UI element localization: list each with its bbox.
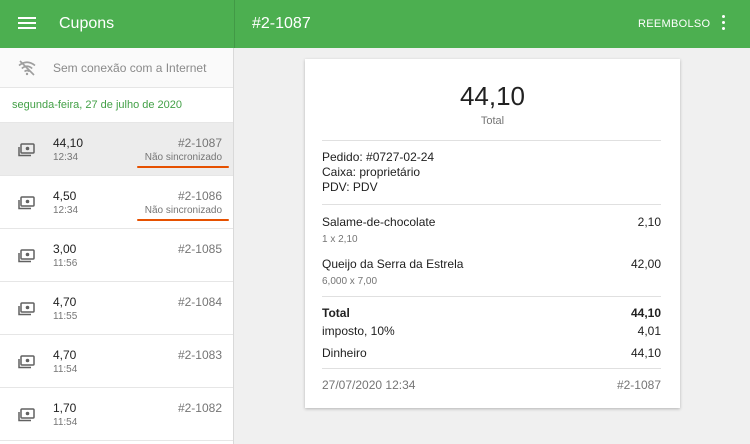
receipt-footer-number: #2-1087 xyxy=(616,378,661,392)
receipt-number: #2-1085 xyxy=(177,242,222,256)
order-number: Pedido: #0727-02-24 xyxy=(322,150,435,164)
receipt-time: 11:56 xyxy=(53,258,78,269)
receipt-total-label: Total xyxy=(480,115,505,127)
cash-icon xyxy=(18,355,35,369)
offline-text: Sem conexão com a Internet xyxy=(53,61,207,75)
cash-icon xyxy=(18,249,35,263)
pos: PDV: PDV xyxy=(322,180,378,194)
receipt-list-item[interactable]: 4,70 11:54 #2-1083 xyxy=(0,335,233,388)
receipts-sidebar: Sem conexão com a Internet segunda-feira… xyxy=(0,48,234,444)
divider xyxy=(322,140,661,141)
receipt-amount: 4,50 xyxy=(53,189,77,203)
item-detail: 6,000 x 7,00 xyxy=(322,276,378,287)
receipt-amount: 4,70 xyxy=(53,295,77,309)
receipt-datetime: 27/07/2020 12:34 xyxy=(322,378,416,392)
receipt-time: 11:55 xyxy=(53,311,78,322)
refund-button[interactable]: REEMBOLSO xyxy=(638,18,710,30)
item-price: 2,10 xyxy=(637,215,661,229)
app-bar: Cupons #2-1087 REEMBOLSO xyxy=(0,0,750,48)
cash-icon xyxy=(18,143,35,157)
receipt-amount: 1,70 xyxy=(53,401,77,415)
date-header: segunda-feira, 27 de julho de 2020 xyxy=(0,88,233,123)
divider xyxy=(322,204,661,205)
unsynced-underline xyxy=(137,219,229,221)
wifi-off-icon xyxy=(18,60,36,76)
receipt-list-item[interactable]: 4,70 11:55 #2-1084 xyxy=(0,282,233,335)
receipt-total-amount: 44,10 xyxy=(459,81,526,111)
appbar-divider xyxy=(234,0,235,48)
item-detail: 1 x 2,10 xyxy=(322,234,358,245)
date-label: segunda-feira, 27 de julho de 2020 xyxy=(12,99,183,111)
app-title: Cupons xyxy=(59,15,115,32)
item-name: Salame-de-chocolate xyxy=(322,215,436,229)
sync-status: Não sincronizado xyxy=(144,152,222,163)
receipt-number: #2-1084 xyxy=(177,295,222,309)
offline-banner: Sem conexão com a Internet xyxy=(0,48,233,88)
receipt-number: #2-1082 xyxy=(177,401,222,415)
tax-label: imposto, 10% xyxy=(322,324,395,338)
receipt-amount: 3,00 xyxy=(53,242,77,256)
divider xyxy=(322,296,661,297)
receipt-list-item[interactable]: 3,00 11:56 #2-1085 xyxy=(0,229,233,282)
receipt-title: #2-1087 xyxy=(252,15,311,32)
receipt-amount: 44,10 xyxy=(53,136,84,150)
payment-label: Dinheiro xyxy=(322,346,367,360)
receipt-number: #2-1086 xyxy=(177,189,222,203)
payment-value: 44,10 xyxy=(630,346,661,360)
sync-status: Não sincronizado xyxy=(144,205,222,216)
cash-icon xyxy=(18,302,35,316)
receipt-card: 44,10 Total Pedido: #0727-02-24 Caixa: p… xyxy=(305,59,680,408)
receipt-amount: 4,70 xyxy=(53,348,77,362)
cashier: Caixa: proprietário xyxy=(322,165,421,179)
receipt-list-item[interactable]: 1,70 11:54 #2-1082 xyxy=(0,388,233,441)
more-vert-icon[interactable] xyxy=(718,15,728,33)
receipt-time: 12:34 xyxy=(53,152,79,163)
menu-icon[interactable] xyxy=(16,14,38,34)
summary-total-value: 44,10 xyxy=(630,306,661,320)
receipt-time: 11:54 xyxy=(53,364,78,375)
receipt-list-item[interactable]: 44,10 12:34 #2-1087 Não sincronizado xyxy=(0,123,233,176)
tax-value: 4,01 xyxy=(637,324,661,338)
cash-icon xyxy=(18,196,35,210)
summary-total-label: Total xyxy=(322,306,350,320)
receipt-list-item[interactable]: 4,50 12:34 #2-1086 Não sincronizado xyxy=(0,176,233,229)
receipt-number: #2-1087 xyxy=(177,136,222,150)
unsynced-underline xyxy=(137,166,229,168)
receipt-time: 11:54 xyxy=(53,417,78,428)
divider xyxy=(322,368,661,369)
item-name: Queijo da Serra da Estrela xyxy=(322,257,464,271)
cash-icon xyxy=(18,408,35,422)
item-price: 42,00 xyxy=(630,257,661,271)
receipt-time: 12:34 xyxy=(53,205,79,216)
receipt-number: #2-1083 xyxy=(177,348,222,362)
